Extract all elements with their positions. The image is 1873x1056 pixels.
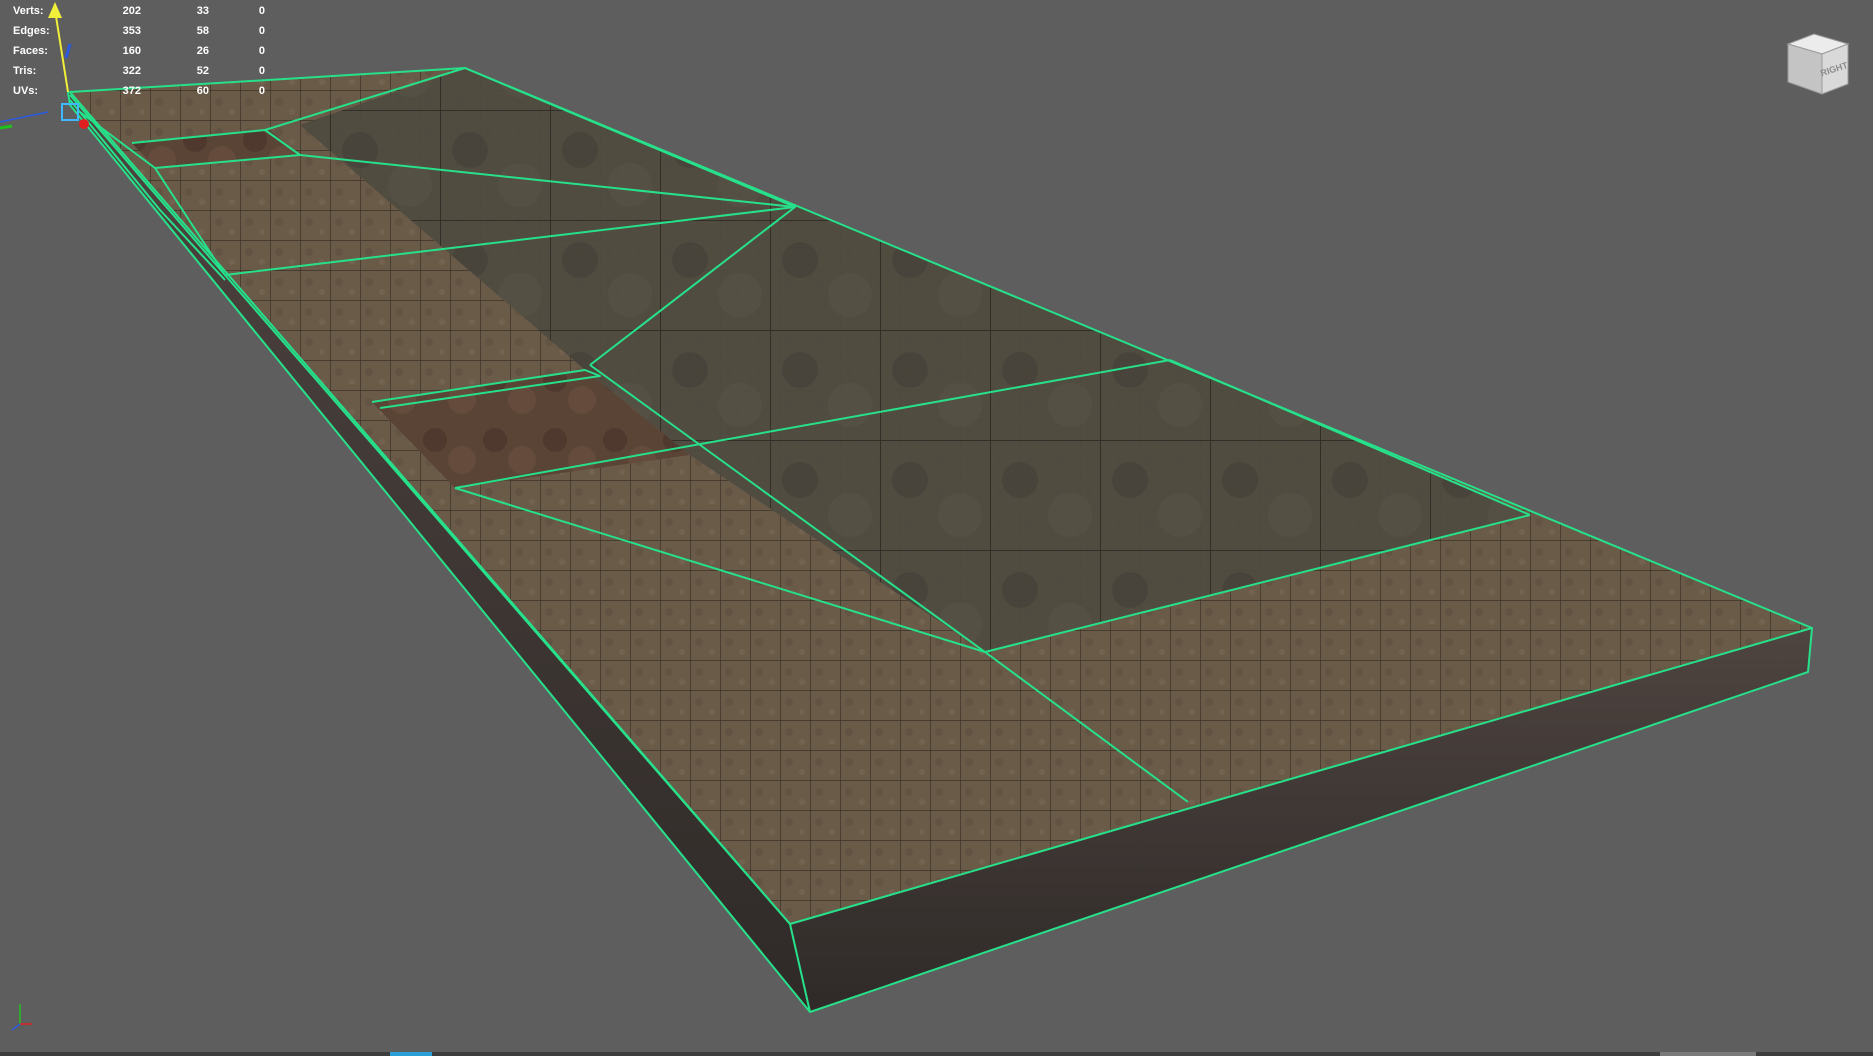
hud-label: Tris:	[13, 65, 37, 77]
hud-value: 160	[122, 45, 141, 57]
status-segments	[1660, 1052, 1756, 1056]
hud-value: 58	[196, 25, 209, 37]
xyz-axis-icon	[4, 1000, 36, 1034]
hud-value: 0	[258, 85, 265, 97]
hud-value: 52	[196, 65, 209, 77]
hud-value: 372	[122, 85, 141, 97]
timeline-marker	[390, 1052, 432, 1056]
hud-value: 33	[196, 5, 209, 17]
hud-value: 0	[258, 65, 265, 77]
hud-label: Faces:	[13, 45, 48, 57]
viewport-bottom-border	[0, 1052, 1873, 1056]
viewcube-icon[interactable]: RIGHT	[1784, 30, 1852, 98]
hud-label: Edges:	[13, 25, 50, 37]
hud-value: 26	[196, 45, 209, 57]
hud-value: 353	[122, 25, 141, 37]
hud-value: 60	[196, 85, 209, 97]
3d-viewport[interactable]	[0, 0, 1873, 1056]
hud-label: Verts:	[13, 5, 44, 17]
hud-value: 202	[122, 5, 141, 17]
hud-value: 322	[122, 65, 141, 77]
hud-value: 0	[258, 45, 265, 57]
hud-label: UVs:	[13, 85, 39, 97]
hud-value: 0	[258, 25, 265, 37]
hud-value: 0	[258, 5, 265, 17]
